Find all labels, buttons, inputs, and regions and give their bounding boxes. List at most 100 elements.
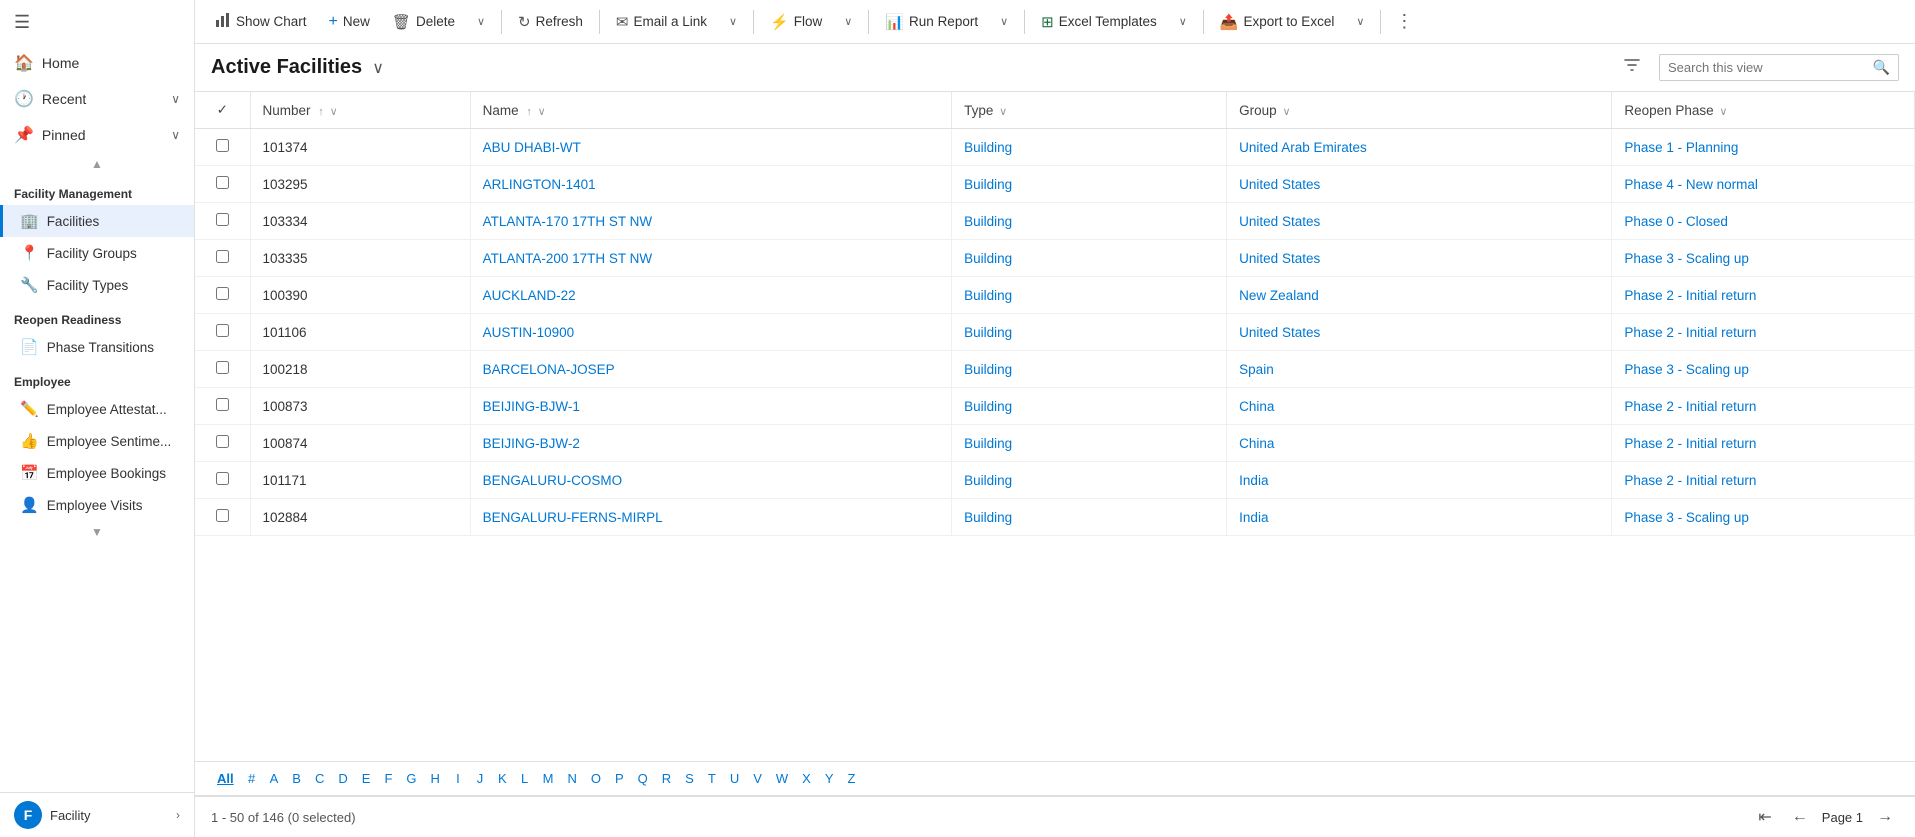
row-type[interactable]: Building xyxy=(952,499,1227,536)
row-checkbox[interactable] xyxy=(195,129,250,166)
row-name[interactable]: BENGALURU-COSMO xyxy=(470,462,951,499)
row-name[interactable]: AUSTIN-10900 xyxy=(470,314,951,351)
alpha-item-h[interactable]: H xyxy=(425,768,446,789)
row-checkbox[interactable] xyxy=(195,425,250,462)
alpha-item-x[interactable]: X xyxy=(796,768,817,789)
row-reopen-phase[interactable]: Phase 2 - Initial return xyxy=(1612,277,1915,314)
alpha-item-q[interactable]: Q xyxy=(632,768,654,789)
alpha-item-l[interactable]: L xyxy=(515,768,535,789)
scroll-up-arrow[interactable]: ▲ xyxy=(0,153,194,175)
flow-chevron-button[interactable]: ∨ xyxy=(834,10,862,33)
alpha-item-b[interactable]: B xyxy=(286,768,307,789)
row-name[interactable]: ATLANTA-200 17TH ST NW xyxy=(470,240,951,277)
show-chart-button[interactable]: Show Chart xyxy=(205,7,317,37)
alpha-item-j[interactable]: J xyxy=(470,768,490,789)
row-reopen-phase[interactable]: Phase 2 - Initial return xyxy=(1612,425,1915,462)
hamburger-icon[interactable]: ☰ xyxy=(0,0,194,45)
row-name[interactable]: BEIJING-BJW-1 xyxy=(470,388,951,425)
row-reopen-phase[interactable]: Phase 3 - Scaling up xyxy=(1612,499,1915,536)
sidebar-item-employee-attestat[interactable]: ✏️ Employee Attestat... xyxy=(0,393,194,425)
alpha-item-s[interactable]: S xyxy=(679,768,700,789)
row-reopen-phase[interactable]: Phase 3 - Scaling up xyxy=(1612,351,1915,388)
alpha-item-i[interactable]: I xyxy=(448,768,468,789)
alpha-item-v[interactable]: V xyxy=(747,768,768,789)
export-excel-button[interactable]: 📤 Export to Excel xyxy=(1210,8,1344,36)
alpha-item-c[interactable]: C xyxy=(309,768,330,789)
next-page-button[interactable]: → xyxy=(1871,806,1899,828)
scroll-down-arrow[interactable]: ▼ xyxy=(0,521,194,543)
col-name[interactable]: Name ↑ ∨ xyxy=(470,92,951,129)
row-type[interactable]: Building xyxy=(952,388,1227,425)
row-group[interactable]: United States xyxy=(1227,203,1612,240)
alpha-item-o[interactable]: O xyxy=(585,768,607,789)
alpha-item-p[interactable]: P xyxy=(609,768,630,789)
row-checkbox[interactable] xyxy=(195,462,250,499)
row-name[interactable]: ABU DHABI-WT xyxy=(470,129,951,166)
row-group[interactable]: India xyxy=(1227,499,1612,536)
alpha-item-#[interactable]: # xyxy=(242,768,262,789)
row-name[interactable]: BENGALURU-FERNS-MIRPL xyxy=(470,499,951,536)
alpha-item-u[interactable]: U xyxy=(724,768,745,789)
run-report-button[interactable]: 📊 Run Report xyxy=(875,8,988,36)
delete-button[interactable]: 🗑 Delete xyxy=(382,8,465,36)
view-title-chevron-icon[interactable]: ∨ xyxy=(372,58,384,78)
row-type[interactable]: Building xyxy=(952,166,1227,203)
sidebar-item-employee-bookings[interactable]: 📅 Employee Bookings xyxy=(0,457,194,489)
col-reopen-phase[interactable]: Reopen Phase ∨ xyxy=(1612,92,1915,129)
sidebar-item-recent[interactable]: 🕐 Recent ∨ xyxy=(0,81,194,117)
alpha-item-w[interactable]: W xyxy=(770,768,794,789)
row-reopen-phase[interactable]: Phase 1 - Planning xyxy=(1612,129,1915,166)
row-group[interactable]: China xyxy=(1227,425,1612,462)
alpha-item-a[interactable]: A xyxy=(264,768,285,789)
alpha-item-all[interactable]: All xyxy=(211,768,240,789)
row-type[interactable]: Building xyxy=(952,240,1227,277)
filter-icon[interactable] xyxy=(1623,56,1641,79)
row-reopen-phase[interactable]: Phase 0 - Closed xyxy=(1612,203,1915,240)
row-group[interactable]: United States xyxy=(1227,166,1612,203)
row-checkbox[interactable] xyxy=(195,166,250,203)
row-group[interactable]: Spain xyxy=(1227,351,1612,388)
row-checkbox[interactable] xyxy=(195,240,250,277)
row-type[interactable]: Building xyxy=(952,425,1227,462)
sidebar-item-employee-visits[interactable]: 👤 Employee Visits xyxy=(0,489,194,521)
alpha-item-n[interactable]: N xyxy=(561,768,582,789)
row-name[interactable]: BARCELONA-JOSEP xyxy=(470,351,951,388)
row-checkbox[interactable] xyxy=(195,277,250,314)
alpha-item-f[interactable]: F xyxy=(378,768,398,789)
row-type[interactable]: Building xyxy=(952,314,1227,351)
row-reopen-phase[interactable]: Phase 4 - New normal xyxy=(1612,166,1915,203)
alpha-item-k[interactable]: K xyxy=(492,768,513,789)
sidebar-item-employee-sentime[interactable]: 👍 Employee Sentime... xyxy=(0,425,194,457)
first-page-button[interactable]: ⇤ xyxy=(1752,805,1777,829)
alpha-item-e[interactable]: E xyxy=(356,768,377,789)
run-report-chevron-button[interactable]: ∨ xyxy=(990,10,1018,33)
row-checkbox[interactable] xyxy=(195,499,250,536)
select-all-checkbox[interactable]: ✓ xyxy=(195,92,250,129)
col-number[interactable]: Number ↑ ∨ xyxy=(250,92,470,129)
row-group[interactable]: China xyxy=(1227,388,1612,425)
row-checkbox[interactable] xyxy=(195,314,250,351)
row-checkbox[interactable] xyxy=(195,203,250,240)
search-input[interactable] xyxy=(1668,60,1873,75)
excel-templates-chevron-button[interactable]: ∨ xyxy=(1169,10,1197,33)
sidebar-item-facility-groups[interactable]: 📍 Facility Groups xyxy=(0,237,194,269)
row-name[interactable]: ATLANTA-170 17TH ST NW xyxy=(470,203,951,240)
row-reopen-phase[interactable]: Phase 2 - Initial return xyxy=(1612,388,1915,425)
row-group[interactable]: India xyxy=(1227,462,1612,499)
row-checkbox[interactable] xyxy=(195,388,250,425)
refresh-button[interactable]: ↻ Refresh xyxy=(508,8,593,36)
alpha-item-g[interactable]: G xyxy=(400,768,422,789)
row-group[interactable]: United Arab Emirates xyxy=(1227,129,1612,166)
row-reopen-phase[interactable]: Phase 3 - Scaling up xyxy=(1612,240,1915,277)
alpha-item-y[interactable]: Y xyxy=(819,768,840,789)
row-type[interactable]: Building xyxy=(952,351,1227,388)
row-group[interactable]: New Zealand xyxy=(1227,277,1612,314)
row-type[interactable]: Building xyxy=(952,462,1227,499)
sidebar-item-facilities[interactable]: 🏢 Facilities xyxy=(0,205,194,237)
row-type[interactable]: Building xyxy=(952,203,1227,240)
email-link-chevron-button[interactable]: ∨ xyxy=(719,10,747,33)
row-type[interactable]: Building xyxy=(952,277,1227,314)
row-name[interactable]: ARLINGTON-1401 xyxy=(470,166,951,203)
row-name[interactable]: AUCKLAND-22 xyxy=(470,277,951,314)
excel-templates-button[interactable]: ⊞ Excel Templates xyxy=(1031,8,1167,36)
